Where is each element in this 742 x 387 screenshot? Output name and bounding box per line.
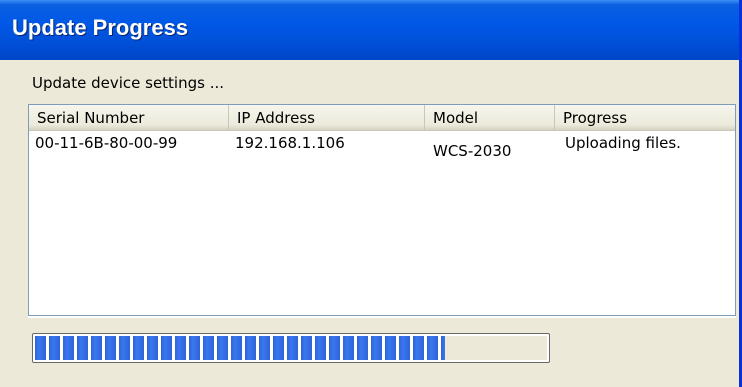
divider xyxy=(28,316,736,318)
title-bar[interactable]: Update Progress xyxy=(0,0,739,60)
list-header: Serial Number IP Address Model Progress xyxy=(29,105,735,131)
column-header-serial-number[interactable]: Serial Number xyxy=(29,105,229,130)
cell-progress: Uploading files. xyxy=(565,134,681,152)
column-header-ip-address[interactable]: IP Address xyxy=(229,105,425,130)
status-message: Update device settings ... xyxy=(32,74,225,92)
column-header-progress[interactable]: Progress xyxy=(555,105,735,130)
cell-model: WCS-2030 xyxy=(433,142,512,160)
device-list[interactable]: Serial Number IP Address Model Progress … xyxy=(28,104,736,316)
cell-ip-address: 192.168.1.106 xyxy=(235,134,345,152)
update-progress-dialog: Update Progress Update device settings .… xyxy=(0,0,742,387)
progress-fill xyxy=(35,336,445,360)
progress-bar xyxy=(32,333,550,363)
cell-serial-number: 00-11-6B-80-00-99 xyxy=(35,134,178,152)
column-header-model[interactable]: Model xyxy=(425,105,555,130)
dialog-title: Update Progress xyxy=(12,15,189,40)
